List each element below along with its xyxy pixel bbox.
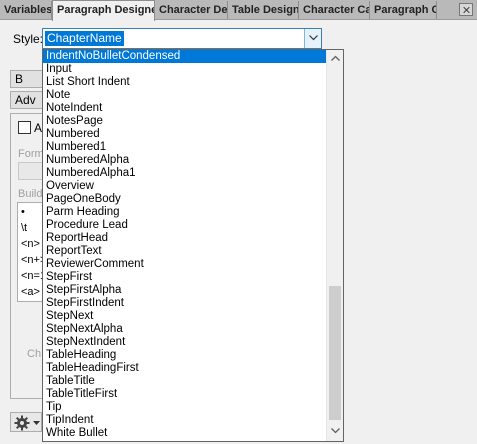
dropdown-option[interactable]: NoteIndent (43, 102, 327, 115)
style-select-button[interactable] (304, 29, 321, 48)
panel-button-advanced[interactable]: Adv (10, 91, 44, 109)
dropdown-option[interactable]: StepFirstAlpha (43, 284, 327, 297)
dropdown-option[interactable]: TableHeading (43, 349, 327, 362)
gear-menu-button[interactable] (10, 412, 42, 432)
chevron-down-icon (33, 421, 40, 425)
dropdown-scrollbar[interactable] (326, 50, 343, 441)
dropdown-option[interactable]: Overview (43, 180, 327, 193)
tab-strip: Variables Paragraph Designer Character D… (0, 0, 477, 21)
dropdown-option[interactable]: TipIndent (43, 414, 327, 427)
dropdown-option[interactable]: StepFirst (43, 271, 327, 284)
dropdown-option[interactable]: PageOneBody (43, 193, 327, 206)
scrollbar-thumb[interactable] (329, 286, 341, 420)
panel-button-1[interactable]: B (10, 70, 44, 88)
chevron-down-icon (309, 35, 318, 41)
dropdown-option[interactable]: NumberedAlpha (43, 154, 327, 167)
style-select-value[interactable]: ChapterName (45, 31, 124, 46)
dropdown-option[interactable]: TableHeadingFirst (43, 362, 327, 375)
tab-variables[interactable]: Variables (0, 1, 52, 19)
close-icon[interactable] (459, 3, 473, 16)
dropdown-option[interactable]: StepNextIndent (43, 336, 327, 349)
format-field (18, 162, 44, 180)
tab-character-catalog[interactable]: Character Cat (299, 1, 370, 19)
scroll-up-icon[interactable] (331, 55, 340, 61)
dropdown-option[interactable]: StepFirstIndent (43, 297, 327, 310)
dropdown-option[interactable]: Tip (43, 401, 327, 414)
dropdown-option[interactable]: NumberedAlpha1 (43, 167, 327, 180)
style-label: Style: (13, 32, 44, 46)
tab-table-designer[interactable]: Table Designe (228, 1, 299, 19)
auto-checkbox[interactable] (18, 121, 31, 134)
dropdown-option[interactable]: ReportText (43, 245, 327, 258)
dropdown-option[interactable]: List Short Indent (43, 76, 327, 89)
list-item[interactable]: • (21, 206, 25, 218)
gear-icon (14, 415, 30, 431)
list-item[interactable]: <n> (21, 238, 40, 250)
scroll-down-icon[interactable] (331, 428, 340, 434)
tab-paragraph-catalog[interactable]: Paragraph Cat (370, 1, 437, 19)
dropdown-option[interactable]: Numbered1 (43, 141, 327, 154)
list-item[interactable]: \t (21, 222, 27, 234)
tab-character-designer[interactable]: Character Des (155, 1, 228, 19)
dropdown-option[interactable]: Note (43, 89, 327, 102)
character-format-label: Ch (27, 348, 42, 360)
dropdown-option[interactable]: Input (43, 63, 327, 76)
dropdown-option[interactable]: Numbered (43, 128, 327, 141)
dropdown-option[interactable]: ReportHead (43, 232, 327, 245)
tab-paragraph-designer[interactable]: Paragraph Designer (52, 0, 155, 21)
dropdown-option[interactable]: IndentNoBulletCondensed (43, 50, 327, 63)
dropdown-option[interactable]: NotesPage (43, 115, 327, 128)
dropdown-option[interactable]: StepNext (43, 310, 327, 323)
dropdown-option[interactable]: TableTitle (43, 375, 327, 388)
dropdown-option[interactable]: StepNextAlpha (43, 323, 327, 336)
style-select[interactable]: ChapterName (42, 28, 322, 49)
style-options: IndentNoBulletCondensed Input List Short I… (43, 50, 327, 440)
dropdown-option[interactable]: Parm Heading (43, 206, 327, 219)
dropdown-option[interactable]: ReviewerComment (43, 258, 327, 271)
dropdown-option[interactable]: White Bullet (43, 427, 327, 440)
dropdown-option[interactable]: TableTitleFirst (43, 388, 327, 401)
dropdown-option[interactable]: Procedure Lead (43, 219, 327, 232)
style-dropdown-list[interactable]: IndentNoBulletCondensed Input List Short I… (42, 49, 344, 442)
build-label: Build (18, 188, 43, 200)
format-label: Form (18, 148, 44, 160)
list-item[interactable]: <a> (21, 286, 40, 298)
